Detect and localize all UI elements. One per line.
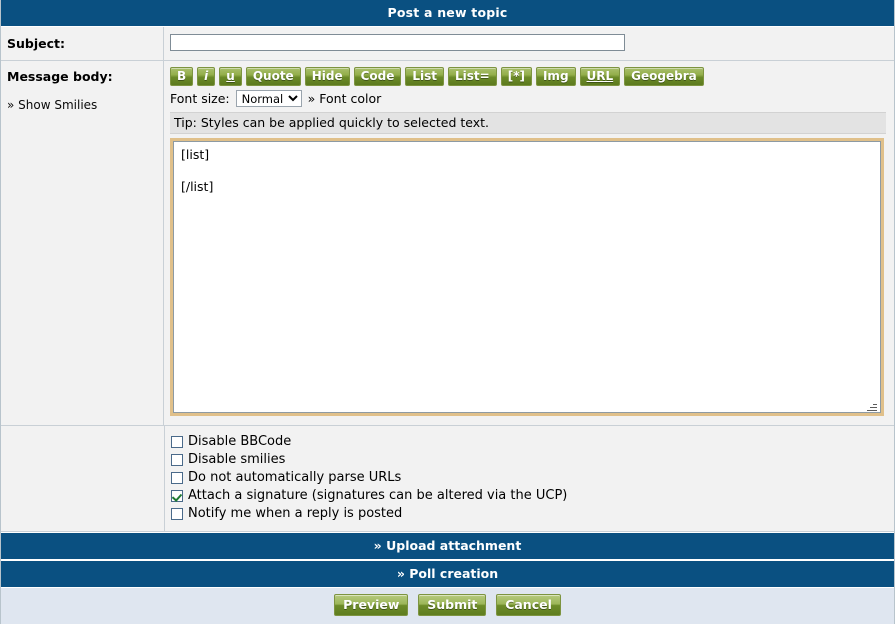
form-actions: Preview Submit Cancel <box>1 588 894 624</box>
message-body-label: Message body: <box>7 69 113 84</box>
bbcode-image-button[interactable]: Img <box>535 67 576 86</box>
post-options-list: Disable BBCode Disable smilies Do not auto… <box>165 426 894 531</box>
cancel-button[interactable]: Cancel <box>496 594 561 616</box>
bbcode-listitem-button[interactable]: [*] <box>500 67 532 86</box>
option-attach-signature[interactable]: Attach a signature (signatures can be al… <box>171 487 886 505</box>
post-new-topic-form: Post a new topic Subject: Message body: … <box>0 0 895 624</box>
font-size-select[interactable]: TinySmallNormalLargeHuge <box>235 90 302 107</box>
message-textarea-wrap <box>170 138 884 419</box>
styles-tip: Tip: Styles can be applied quickly to se… <box>170 112 886 134</box>
post-options-row: Disable BBCode Disable smilies Do not auto… <box>1 426 894 532</box>
page-title: Post a new topic <box>1 0 894 27</box>
option-disable-smilies[interactable]: Disable smilies <box>171 451 886 469</box>
bbcode-underline-button[interactable]: u <box>219 67 242 86</box>
checkbox-icon[interactable] <box>171 454 183 466</box>
font-color-link[interactable]: » Font color <box>308 91 382 106</box>
bbcode-toolbar: Bi u Quote Hide Code List List= [*] Img URL Geogeb… <box>170 67 886 86</box>
subject-row: Subject: <box>1 27 894 61</box>
subject-input[interactable] <box>170 34 625 51</box>
post-options-label-cell <box>1 426 165 531</box>
font-size-label: Font size: <box>170 91 230 106</box>
checkbox-checked-icon[interactable] <box>171 490 183 502</box>
bbcode-code-button[interactable]: Code <box>353 67 402 86</box>
option-notify-reply[interactable]: Notify me when a reply is posted <box>171 505 886 523</box>
checkbox-icon[interactable] <box>171 436 183 448</box>
option-label: Do not automatically parse URLs <box>188 470 402 485</box>
poll-creation-bar[interactable]: » Poll creation <box>1 560 894 588</box>
option-label: Notify me when a reply is posted <box>188 506 403 521</box>
message-body-row: Message body: » Show Smilies Bi u Quote Hid… <box>1 61 894 426</box>
show-smilies-link[interactable]: » Show Smilies <box>7 98 163 112</box>
option-disable-bbcode[interactable]: Disable BBCode <box>171 433 886 451</box>
checkbox-icon[interactable] <box>171 472 183 484</box>
preview-button[interactable]: Preview <box>334 594 409 616</box>
bbcode-orderedlist-button[interactable]: List= <box>448 67 497 86</box>
bbcode-url-button[interactable]: URL <box>579 67 621 86</box>
option-label: Disable BBCode <box>188 434 292 449</box>
bbcode-bold-button[interactable]: B <box>170 67 194 86</box>
subject-label: Subject: <box>1 27 164 60</box>
message-textarea[interactable] <box>170 138 884 416</box>
message-body-label-cell: Message body: » Show Smilies <box>1 61 164 425</box>
upload-attachment-bar[interactable]: » Upload attachment <box>1 532 894 560</box>
bbcode-geogebra-button[interactable]: Geogebra <box>624 67 704 86</box>
option-no-parse-urls[interactable]: Do not automatically parse URLs <box>171 469 886 487</box>
checkbox-icon[interactable] <box>171 508 183 520</box>
subject-field-cell <box>164 27 894 60</box>
option-label: Disable smilies <box>188 452 286 467</box>
bbcode-italic-button[interactable]: i <box>197 67 216 86</box>
option-label: Attach a signature (signatures can be al… <box>188 488 568 503</box>
font-options-row: Font size: TinySmallNormalLargeHuge » Fo… <box>170 89 886 107</box>
bbcode-quote-button[interactable]: Quote <box>245 67 301 86</box>
submit-button[interactable]: Submit <box>418 594 487 616</box>
bbcode-list-button[interactable]: List <box>405 67 445 86</box>
bbcode-hide-button[interactable]: Hide <box>304 67 350 86</box>
message-body-field-cell: Bi u Quote Hide Code List List= [*] Img URL Geogeb… <box>164 61 894 425</box>
